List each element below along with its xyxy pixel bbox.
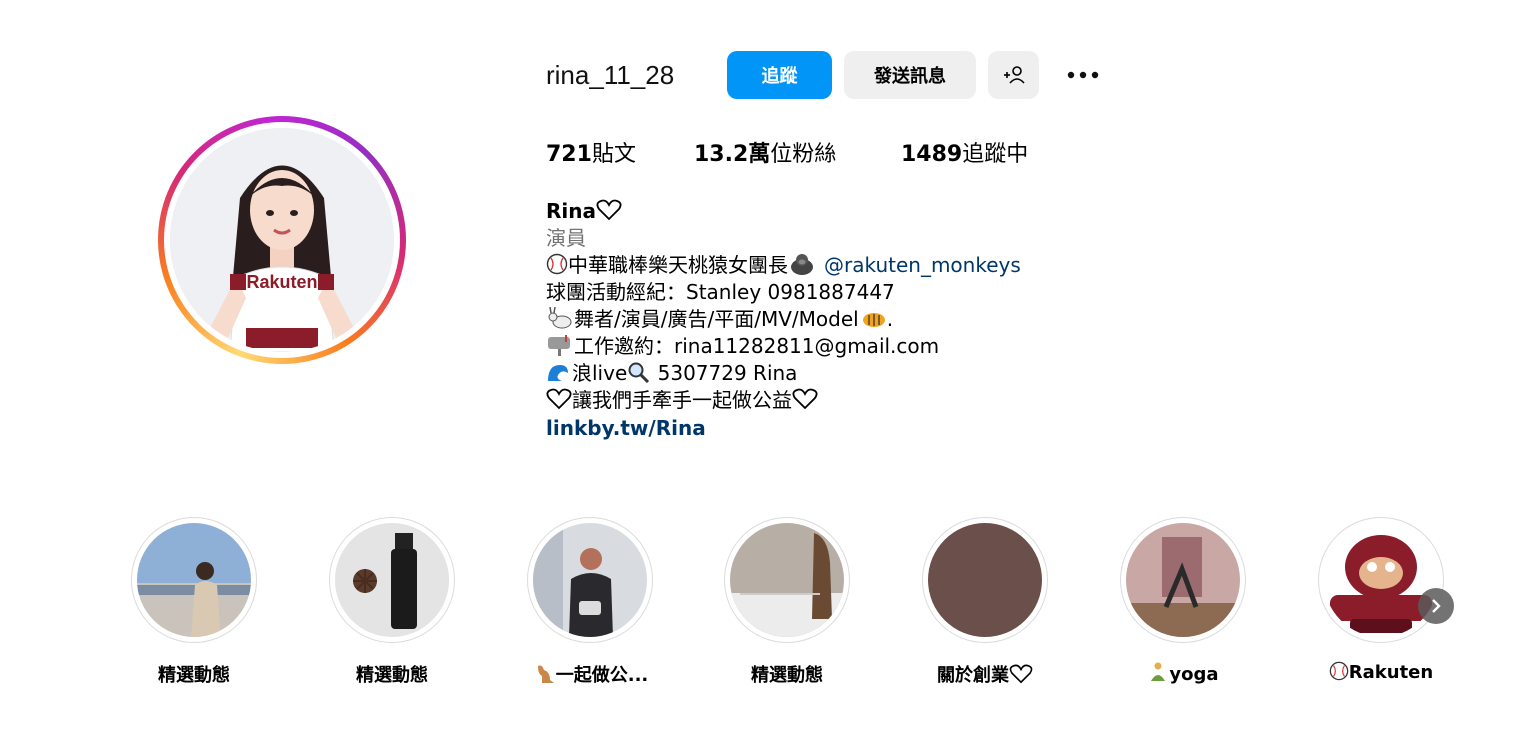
highlight-label: 精選動態	[356, 665, 428, 686]
posts-label: 貼文	[591, 142, 636, 167]
following-count: 1489	[901, 142, 963, 167]
highlight-item[interactable]: 精選動態	[329, 517, 455, 686]
profile-avatar: Rakuten	[170, 128, 394, 352]
bio-line-live-id: 5307729 Rina	[651, 361, 798, 385]
highlight-item[interactable]: 關於創業	[922, 517, 1048, 686]
profile-category: 演員	[546, 226, 586, 250]
profile-name: Rina	[546, 199, 596, 223]
profile-username: rina_11_28	[546, 60, 675, 90]
highlight-cover	[533, 523, 647, 637]
followers-count: 13.2萬	[694, 142, 771, 167]
baseball-icon	[1329, 661, 1349, 686]
baseball-icon	[546, 253, 568, 282]
bio-line-roles: 舞者/演員/廣告/平面/MV/Model	[574, 307, 859, 331]
highlight-item[interactable]: yoga	[1120, 517, 1246, 685]
profile-avatar-ring[interactable]: Rakuten	[158, 116, 406, 364]
follow-button[interactable]: 追蹤	[727, 51, 832, 99]
highlights-next-button[interactable]	[1418, 588, 1454, 624]
highlight-cover	[137, 523, 251, 637]
suggest-accounts-button[interactable]	[988, 51, 1039, 99]
highlight-label: 精選動態	[751, 665, 823, 686]
magnifier-icon	[627, 361, 651, 390]
highlight-item[interactable]: 精選動態	[724, 517, 850, 686]
heart-icon	[792, 388, 818, 417]
bio-line-live: 浪live	[572, 361, 628, 385]
highlight-item[interactable]: 精選動態	[131, 517, 257, 686]
bio-external-link[interactable]: linkby.tw/Rina	[546, 416, 706, 440]
highlight-cover	[1126, 523, 1240, 637]
followers-stat[interactable]: 13.2萬位粉絲	[694, 140, 836, 170]
highlight-cover	[730, 523, 844, 637]
heart-icon	[1009, 664, 1033, 689]
bio-line-contact: 工作邀約：rina11282811@gmail.com	[574, 334, 940, 358]
posts-stat: 721貼文	[546, 140, 636, 170]
bio-line-charity: 讓我們手牽手一起做公益	[572, 388, 792, 412]
wave-icon	[546, 361, 572, 390]
add-person-icon	[1003, 66, 1025, 84]
rabbit-icon	[546, 306, 574, 336]
following-stat[interactable]: 1489追蹤中	[901, 140, 1028, 170]
highlight-label: yoga	[1090, 661, 1276, 688]
send-message-button[interactable]: 發送訊息	[844, 51, 976, 99]
profile-bio: Rina 演員 中華職棒樂天桃猿女團長 @rakuten_monkeys 球團活動…	[546, 199, 1021, 440]
kangaroo-icon	[532, 662, 556, 689]
heart-icon	[546, 388, 572, 417]
tiger-icon	[859, 307, 887, 336]
highlight-label: 關於創業	[892, 661, 1078, 689]
more-options-button[interactable]	[1062, 60, 1104, 90]
more-options-icon	[1067, 71, 1099, 79]
heart-icon	[596, 199, 622, 228]
chevron-right-icon	[1432, 599, 1441, 613]
followers-label: 位粉絲	[770, 142, 837, 167]
mailbox-icon	[546, 334, 574, 363]
highlight-cover	[1324, 523, 1438, 637]
highlight-cover	[335, 523, 449, 637]
bio-line-team: 中華職棒樂天桃猿女團長	[568, 253, 788, 277]
bio-mention-link[interactable]: @rakuten_monkeys	[824, 253, 1021, 277]
following-label: 追蹤中	[962, 142, 1029, 167]
bio-line-manager: 球團活動經紀：Stanley 0981887447	[546, 280, 895, 304]
svg-text:Rakuten: Rakuten	[246, 272, 317, 292]
highlight-label: Rakuten	[1288, 661, 1474, 686]
gorilla-icon	[788, 253, 816, 282]
highlight-label: 精選動態	[158, 665, 230, 686]
highlight-item[interactable]: Rakuten	[1318, 517, 1444, 683]
highlight-label: 一起做公...	[497, 661, 683, 689]
yoga-icon	[1147, 661, 1169, 688]
highlight-cover	[928, 523, 1042, 637]
highlight-item[interactable]: 一起做公...	[527, 517, 653, 686]
posts-count: 721	[546, 142, 592, 167]
